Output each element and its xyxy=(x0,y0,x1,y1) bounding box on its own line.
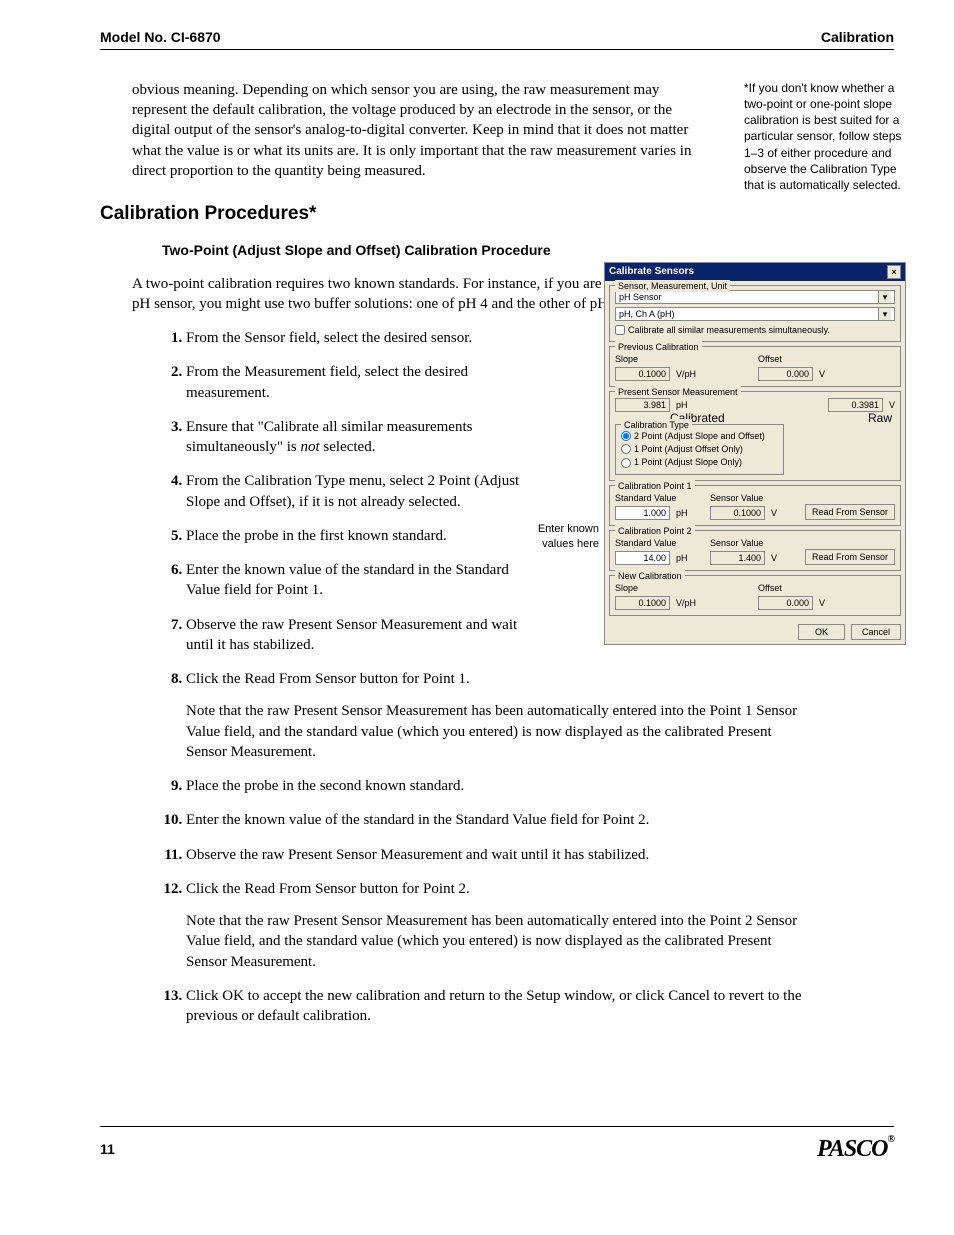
dialog-title: Calibrate Sensors xyxy=(609,265,694,279)
previous-calibration-group: Previous Calibration Slope 0.1000V/pH Of… xyxy=(609,346,901,387)
callout-known-values: Enter known values here xyxy=(519,522,599,552)
prev-slope: 0.1000 xyxy=(615,367,670,381)
section-heading: Calibration Procedures* xyxy=(100,201,894,227)
step-2: From the Measurement field, select the d… xyxy=(186,364,468,400)
step-3: Ensure that "Calibrate all similar measu… xyxy=(186,419,472,455)
prev-offset: 0.000 xyxy=(758,367,813,381)
step-6: Enter the known value of the standard in… xyxy=(186,562,509,598)
present-measurement-group: Present Sensor Measurement 3.981pH 0.398… xyxy=(609,391,901,480)
subsection-heading: Two-Point (Adjust Slope and Offset) Cali… xyxy=(162,241,894,260)
measurement-dropdown[interactable]: pH, Ch A (pH)▾ xyxy=(615,307,895,321)
radio-1point-slope[interactable]: 1 Point (Adjust Slope Only) xyxy=(621,456,778,468)
new-calibration-group: New Calibration Slope 0.1000V/pH Offset … xyxy=(609,575,901,616)
step-13: Click OK to accept the new calibration a… xyxy=(186,988,802,1024)
radio-1point-offset[interactable]: 1 Point (Adjust Offset Only) xyxy=(621,443,778,455)
calibrate-sensors-dialog: Calibrate Sensors × Sensor, Measurement,… xyxy=(604,262,906,645)
intro-paragraph: obvious meaning. Depending on which sens… xyxy=(132,80,692,181)
read-from-sensor-2-button[interactable]: Read From Sensor xyxy=(805,549,895,565)
steps-list-narrow: From the Sensor field, select the desire… xyxy=(162,328,546,655)
read-from-sensor-1-button[interactable]: Read From Sensor xyxy=(805,504,895,520)
ok-button[interactable]: OK xyxy=(798,624,845,640)
step-12-note: Note that the raw Present Sensor Measure… xyxy=(186,911,806,972)
dialog-titlebar: Calibrate Sensors × xyxy=(605,263,905,281)
cancel-button[interactable]: Cancel xyxy=(851,624,901,640)
header-model: Model No. CI-6870 xyxy=(100,28,221,47)
callout-raw: Raw xyxy=(868,410,892,426)
dialog-figure: Enter known values here Calibrate Sensor… xyxy=(604,262,904,645)
calibration-type-group: Calibration Type 2 Point (Adjust Slope a… xyxy=(615,424,784,474)
page-header: Model No. CI-6870 Calibration xyxy=(100,28,894,50)
close-icon[interactable]: × xyxy=(887,265,901,279)
step-9: Place the probe in the second known stan… xyxy=(186,778,464,794)
chevron-down-icon: ▾ xyxy=(878,308,891,320)
new-slope: 0.1000 xyxy=(615,596,670,610)
sensor-group: Sensor, Measurement, Unit pH Sensor▾ pH,… xyxy=(609,285,901,342)
step-7: Observe the raw Present Sensor Measureme… xyxy=(186,617,517,653)
step-8: Click the Read From Sensor button for Po… xyxy=(186,671,470,687)
dialog-button-row: OK Cancel xyxy=(605,620,905,644)
brand-logo: PASCO® xyxy=(817,1133,894,1165)
calibration-point-2-group: Calibration Point 2 Standard Value 14.00… xyxy=(609,530,901,571)
step-11: Observe the raw Present Sensor Measureme… xyxy=(186,847,649,863)
step-10: Enter the known value of the standard in… xyxy=(186,812,649,828)
new-offset: 0.000 xyxy=(758,596,813,610)
page-footer: 11 PASCO® xyxy=(100,1126,894,1165)
calibration-point-1-group: Calibration Point 1 Standard Value 1.000… xyxy=(609,485,901,526)
step-12: Click the Read From Sensor button for Po… xyxy=(186,881,470,897)
pt1-standard-input[interactable]: 1.000 xyxy=(615,506,670,520)
page-number: 11 xyxy=(100,1140,115,1159)
step-1: From the Sensor field, select the desire… xyxy=(186,330,472,346)
steps-list-wide: Click the Read From Sensor button for Po… xyxy=(162,669,806,1026)
step-5: Place the probe in the first known stand… xyxy=(186,528,447,544)
step-4: From the Calibration Type menu, select 2… xyxy=(186,473,519,509)
present-calibrated: 3.981 xyxy=(615,398,670,412)
side-note: *If you don't know whether a two-point o… xyxy=(744,80,904,193)
pt2-sensor-value: 1.400 xyxy=(710,551,765,565)
header-section: Calibration xyxy=(821,28,894,47)
chevron-down-icon: ▾ xyxy=(878,291,891,303)
pt2-standard-input[interactable]: 14.00 xyxy=(615,551,670,565)
step-8-note: Note that the raw Present Sensor Measure… xyxy=(186,701,806,762)
pt1-sensor-value: 0.1000 xyxy=(710,506,765,520)
calibrate-all-checkbox[interactable]: Calibrate all similar measurements simul… xyxy=(615,324,895,336)
radio-2point[interactable]: 2 Point (Adjust Slope and Offset) xyxy=(621,430,778,442)
